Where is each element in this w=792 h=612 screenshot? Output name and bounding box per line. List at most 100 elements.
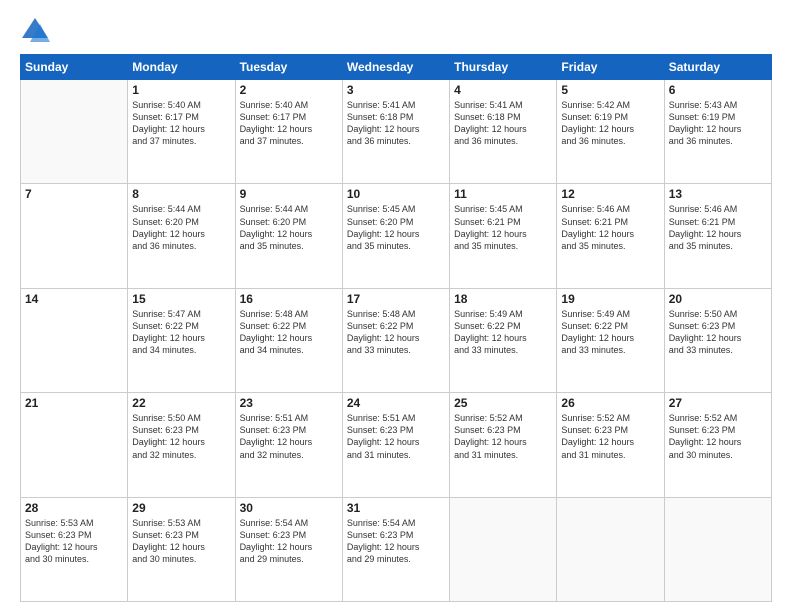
day-number: 30 [240,501,338,515]
calendar-cell: 22 Sunrise: 5:50 AM Sunset: 6:23 PM Dayli… [128,393,235,497]
day-info: Sunrise: 5:42 AM Sunset: 6:19 PM Dayligh… [561,99,659,148]
calendar-cell: 19 Sunrise: 5:49 AM Sunset: 6:22 PM Dayli… [557,288,664,392]
day-number: 26 [561,396,659,410]
day-info: Sunrise: 5:46 AM Sunset: 6:21 PM Dayligh… [561,203,659,252]
day-info: Sunrise: 5:47 AM Sunset: 6:22 PM Dayligh… [132,308,230,357]
day-number: 1 [132,83,230,97]
day-number: 13 [669,187,767,201]
day-number: 10 [347,187,445,201]
day-info: Sunrise: 5:44 AM Sunset: 6:20 PM Dayligh… [240,203,338,252]
day-number: 5 [561,83,659,97]
day-number: 25 [454,396,552,410]
day-info: Sunrise: 5:54 AM Sunset: 6:23 PM Dayligh… [347,517,445,566]
calendar-cell: 4 Sunrise: 5:41 AM Sunset: 6:18 PM Daylig… [450,80,557,184]
day-info: Sunrise: 5:52 AM Sunset: 6:23 PM Dayligh… [561,412,659,461]
day-number: 23 [240,396,338,410]
calendar-table: SundayMondayTuesdayWednesdayThursdayFrid… [20,54,772,602]
calendar-cell: 3 Sunrise: 5:41 AM Sunset: 6:18 PM Daylig… [342,80,449,184]
day-info: Sunrise: 5:48 AM Sunset: 6:22 PM Dayligh… [240,308,338,357]
calendar-cell: 21 [21,393,128,497]
calendar-cell: 28 Sunrise: 5:53 AM Sunset: 6:23 PM Dayli… [21,497,128,601]
calendar-cell: 17 Sunrise: 5:48 AM Sunset: 6:22 PM Dayli… [342,288,449,392]
day-number: 8 [132,187,230,201]
calendar-cell: 12 Sunrise: 5:46 AM Sunset: 6:21 PM Dayli… [557,184,664,288]
day-info: Sunrise: 5:51 AM Sunset: 6:23 PM Dayligh… [240,412,338,461]
calendar-cell: 11Sunrise: 5:45 AM Sunset: 6:21 PM Dayli… [450,184,557,288]
logo-icon [20,16,50,46]
day-number: 14 [25,292,123,306]
calendar-cell: 6 Sunrise: 5:43 AM Sunset: 6:19 PM Daylig… [664,80,771,184]
day-number: 17 [347,292,445,306]
day-info: Sunrise: 5:50 AM Sunset: 6:23 PM Dayligh… [669,308,767,357]
calendar-cell [664,497,771,601]
calendar-week-row: 21 22 Sunrise: 5:50 AM Sunset: 6:23 PM Day… [21,393,772,497]
day-info: Sunrise: 5:50 AM Sunset: 6:23 PM Dayligh… [132,412,230,461]
calendar-cell: 2 Sunrise: 5:40 AM Sunset: 6:17 PM Daylig… [235,80,342,184]
calendar-cell: 18 Sunrise: 5:49 AM Sunset: 6:22 PM Dayli… [450,288,557,392]
day-number: 18 [454,292,552,306]
day-info: Sunrise: 5:53 AM Sunset: 6:23 PM Dayligh… [25,517,123,566]
day-info: Sunrise: 5:45 AM Sunset: 6:21 PM Dayligh… [454,203,552,252]
calendar-week-row: 1 Sunrise: 5:40 AM Sunset: 6:17 PM Daylig… [21,80,772,184]
calendar-cell [21,80,128,184]
day-number: 21 [25,396,123,410]
day-info: Sunrise: 5:40 AM Sunset: 6:17 PM Dayligh… [132,99,230,148]
day-of-week-header: Wednesday [342,55,449,80]
day-number: 6 [669,83,767,97]
calendar-cell: 15 Sunrise: 5:47 AM Sunset: 6:22 PM Dayli… [128,288,235,392]
day-of-week-header: Friday [557,55,664,80]
day-number: 22 [132,396,230,410]
day-info: Sunrise: 5:45 AM Sunset: 6:20 PM Dayligh… [347,203,445,252]
day-number: 3 [347,83,445,97]
day-info: Sunrise: 5:41 AM Sunset: 6:18 PM Dayligh… [347,99,445,148]
day-number: 20 [669,292,767,306]
calendar-week-row: 78 Sunrise: 5:44 AM Sunset: 6:20 PM Dayli… [21,184,772,288]
day-info: Sunrise: 5:40 AM Sunset: 6:17 PM Dayligh… [240,99,338,148]
day-info: Sunrise: 5:49 AM Sunset: 6:22 PM Dayligh… [454,308,552,357]
header [20,16,772,46]
day-number: 15 [132,292,230,306]
calendar-cell: 13 Sunrise: 5:46 AM Sunset: 6:21 PM Dayli… [664,184,771,288]
calendar-cell: 14 [21,288,128,392]
calendar-header-row: SundayMondayTuesdayWednesdayThursdayFrid… [21,55,772,80]
day-number: 31 [347,501,445,515]
day-info: Sunrise: 5:43 AM Sunset: 6:19 PM Dayligh… [669,99,767,148]
day-info: Sunrise: 5:54 AM Sunset: 6:23 PM Dayligh… [240,517,338,566]
day-of-week-header: Tuesday [235,55,342,80]
day-info: Sunrise: 5:48 AM Sunset: 6:22 PM Dayligh… [347,308,445,357]
day-info: Sunrise: 5:44 AM Sunset: 6:20 PM Dayligh… [132,203,230,252]
day-number: 24 [347,396,445,410]
day-number: 9 [240,187,338,201]
day-number: 4 [454,83,552,97]
calendar-cell: 30 Sunrise: 5:54 AM Sunset: 6:23 PM Dayli… [235,497,342,601]
day-of-week-header: Thursday [450,55,557,80]
calendar-cell [450,497,557,601]
day-number: 29 [132,501,230,515]
day-number: 19 [561,292,659,306]
day-number: 2 [240,83,338,97]
calendar-cell: 26 Sunrise: 5:52 AM Sunset: 6:23 PM Dayli… [557,393,664,497]
day-number: 27 [669,396,767,410]
calendar-cell [557,497,664,601]
calendar-cell: 27Sunrise: 5:52 AM Sunset: 6:23 PM Dayli… [664,393,771,497]
calendar-cell: 10 Sunrise: 5:45 AM Sunset: 6:20 PM Dayli… [342,184,449,288]
day-info: Sunrise: 5:49 AM Sunset: 6:22 PM Dayligh… [561,308,659,357]
calendar-week-row: 14 15 Sunrise: 5:47 AM Sunset: 6:22 PM Day… [21,288,772,392]
day-info: Sunrise: 5:46 AM Sunset: 6:21 PM Dayligh… [669,203,767,252]
day-number: 16 [240,292,338,306]
calendar-cell: 16 Sunrise: 5:48 AM Sunset: 6:22 PM Dayli… [235,288,342,392]
calendar-cell: 23 Sunrise: 5:51 AM Sunset: 6:23 PM Dayli… [235,393,342,497]
day-of-week-header: Sunday [21,55,128,80]
calendar-cell: 5 Sunrise: 5:42 AM Sunset: 6:19 PM Daylig… [557,80,664,184]
calendar-cell: 31 Sunrise: 5:54 AM Sunset: 6:23 PM Dayli… [342,497,449,601]
day-info: Sunrise: 5:41 AM Sunset: 6:18 PM Dayligh… [454,99,552,148]
calendar-cell: 25Sunrise: 5:52 AM Sunset: 6:23 PM Dayli… [450,393,557,497]
day-number: 7 [25,187,123,201]
day-of-week-header: Saturday [664,55,771,80]
calendar-cell: 20 Sunrise: 5:50 AM Sunset: 6:23 PM Dayli… [664,288,771,392]
calendar-cell: 1 Sunrise: 5:40 AM Sunset: 6:17 PM Daylig… [128,80,235,184]
logo [20,16,54,46]
day-number: 12 [561,187,659,201]
day-of-week-header: Monday [128,55,235,80]
day-number: 28 [25,501,123,515]
